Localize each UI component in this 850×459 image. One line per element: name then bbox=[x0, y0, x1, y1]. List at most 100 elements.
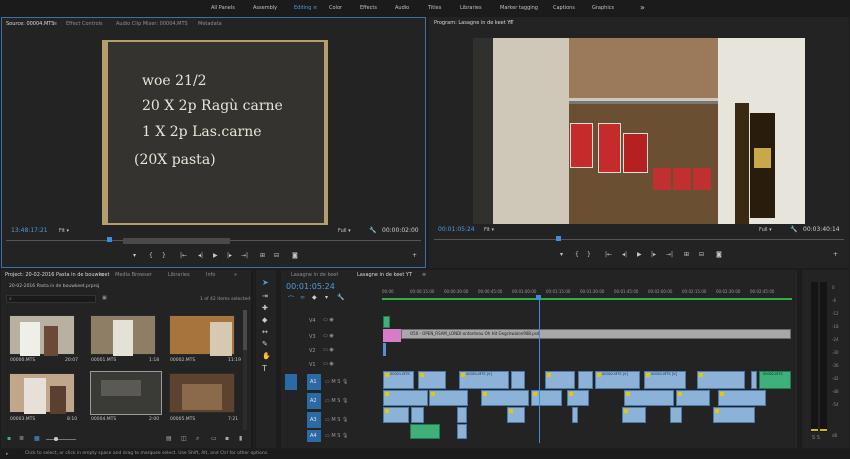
track-v1-label[interactable]: V1 bbox=[309, 362, 316, 368]
track-a2-target[interactable]: A2 bbox=[307, 393, 321, 409]
workspace-titles[interactable]: Titles bbox=[428, 0, 441, 16]
track-v2-label[interactable]: V2 bbox=[309, 348, 316, 354]
export-frame-icon[interactable]: ◙ bbox=[292, 252, 298, 260]
workspace-graphics[interactable]: Graphics bbox=[592, 0, 614, 16]
a1-clip[interactable] bbox=[676, 390, 710, 406]
workspace-editing[interactable]: Editing bbox=[294, 0, 311, 16]
mark-clip-icon[interactable]: } bbox=[162, 252, 166, 260]
track-v3-icons[interactable]: ▭ ◉ bbox=[323, 333, 334, 339]
program-time-ruler[interactable] bbox=[434, 236, 844, 244]
v2-thin-clip[interactable] bbox=[383, 343, 386, 356]
zoom-slider[interactable] bbox=[46, 437, 76, 441]
step-forward-icon[interactable]: |▸ bbox=[227, 252, 232, 260]
v1-clip[interactable]: 00001.MTS [V] bbox=[644, 371, 686, 389]
prog-mark-clip-icon[interactable]: } bbox=[587, 251, 591, 259]
title-clip[interactable]: O50 - OPEN_RSAM_LONDl-ontonteau Oh Hit G… bbox=[401, 329, 791, 339]
timeline-playhead-handle[interactable] bbox=[536, 295, 541, 300]
workspace-menu-icon[interactable]: ≡ bbox=[313, 5, 317, 11]
icon-view-icon[interactable]: ▦ bbox=[34, 435, 40, 442]
tab-source[interactable]: Source: 00004.MTS bbox=[6, 18, 54, 30]
a1-clip[interactable] bbox=[481, 390, 529, 406]
slip-tool-icon[interactable]: ↔ bbox=[262, 328, 268, 336]
new-bin-icon[interactable]: ▣ bbox=[102, 295, 107, 301]
tab-info[interactable]: Info bbox=[206, 270, 215, 280]
clip-thumb-00003[interactable] bbox=[9, 373, 75, 414]
a1-clip[interactable] bbox=[531, 390, 562, 406]
clip-thumb-00000[interactable] bbox=[9, 315, 75, 356]
tab-program[interactable]: Program: Lasagne in de keet YT bbox=[434, 17, 513, 29]
workspace-assembly[interactable]: Assembly bbox=[253, 0, 277, 16]
a2-clip[interactable] bbox=[713, 407, 755, 423]
prog-play-icon[interactable]: ▶ bbox=[637, 251, 642, 259]
track-a1-controls[interactable]: ▭ M S 🎙 bbox=[325, 379, 348, 385]
a2-clip[interactable] bbox=[411, 407, 424, 423]
v3-pink-clip[interactable] bbox=[383, 329, 401, 342]
timeline-marker-icon[interactable]: ▾ bbox=[325, 294, 328, 301]
program-timecode-left[interactable]: 00:01:05:24 bbox=[438, 226, 475, 233]
find-icon[interactable]: ⌕ bbox=[196, 435, 199, 443]
list-view-icon[interactable]: ≣ bbox=[19, 435, 24, 442]
a2-clip[interactable] bbox=[622, 407, 646, 423]
mark-in-icon[interactable]: ▾ bbox=[133, 252, 136, 260]
workspace-color[interactable]: Color bbox=[329, 0, 342, 16]
snap-icon[interactable]: ⌒ bbox=[288, 294, 294, 303]
track-a2-controls[interactable]: ▭ M S 🎙 bbox=[325, 398, 348, 404]
extract-icon[interactable]: ⊟ bbox=[699, 251, 704, 259]
timeline-tracks[interactable]: O50 - OPEN_RSAM_LONDl-ontonteau Oh Hit G… bbox=[382, 300, 792, 444]
lift-icon[interactable]: ⊞ bbox=[684, 251, 689, 259]
razor-tool-icon[interactable]: ◆ bbox=[262, 316, 267, 324]
more-tabs-icon[interactable]: » bbox=[234, 270, 237, 280]
sort-icon[interactable]: ▤ bbox=[166, 435, 172, 442]
source-time-ruler[interactable] bbox=[6, 237, 421, 245]
track-v4-icons[interactable]: ▭ ◉ bbox=[323, 317, 334, 323]
source-patch-v1[interactable] bbox=[285, 374, 297, 390]
v1-clip[interactable] bbox=[578, 371, 593, 389]
source-resolution-select[interactable]: Full ▾ bbox=[338, 228, 351, 234]
workspace-libraries[interactable]: Libraries bbox=[460, 0, 482, 16]
prog-go-to-out-icon[interactable]: →| bbox=[666, 251, 673, 259]
automate-icon[interactable]: ◫ bbox=[181, 435, 187, 442]
lock-icon[interactable]: ▪ bbox=[7, 435, 11, 442]
new-item-icon[interactable]: ▪ bbox=[225, 435, 229, 442]
source-timecode-left[interactable]: 13:48:17:21 bbox=[11, 227, 48, 234]
a2-clip[interactable] bbox=[383, 407, 409, 423]
clip-thumb-00004[interactable] bbox=[90, 371, 162, 415]
clip-thumb-00002[interactable] bbox=[169, 315, 235, 356]
a2-clip[interactable] bbox=[507, 407, 525, 423]
hand-tool-icon[interactable]: ✋ bbox=[262, 352, 271, 360]
timeline-timecode[interactable]: 00:01:05:24 bbox=[286, 282, 335, 291]
source-fit-select[interactable]: Fit ▾ bbox=[59, 228, 69, 234]
more-workspaces-icon[interactable]: » bbox=[640, 0, 645, 16]
add-marker-icon[interactable]: ◆ bbox=[312, 294, 317, 301]
go-to-out-icon[interactable]: →| bbox=[241, 252, 248, 260]
project-search-input[interactable]: ⌕ bbox=[6, 295, 96, 303]
tab-metadata[interactable]: Metadata bbox=[198, 18, 222, 30]
workspace-marker-tagging[interactable]: Marker tagging bbox=[500, 0, 538, 16]
type-tool-icon[interactable]: T bbox=[262, 364, 267, 373]
meter-solo-icon[interactable]: S S bbox=[812, 435, 820, 441]
track-v1-icons[interactable]: ▭ ◉ bbox=[323, 361, 334, 367]
v1-clip[interactable] bbox=[545, 371, 575, 389]
track-v3-label[interactable]: V3 bbox=[309, 334, 316, 340]
workspace-captions[interactable]: Captions bbox=[553, 0, 575, 16]
program-playhead[interactable] bbox=[556, 236, 561, 241]
a3-clip[interactable] bbox=[457, 424, 467, 439]
program-resolution-select[interactable]: Full ▾ bbox=[759, 227, 772, 233]
tab-effect-controls[interactable]: Effect Controls bbox=[66, 18, 103, 30]
insert-icon[interactable]: ⊞ bbox=[260, 252, 265, 260]
prog-mark-in-icon[interactable]: ▾ bbox=[560, 251, 563, 259]
tab-program-menu-icon[interactable]: ≡ bbox=[509, 20, 513, 26]
v1-clip[interactable]: 00001.MTS [V] bbox=[459, 371, 509, 389]
program-fit-select[interactable]: Fit ▾ bbox=[484, 227, 494, 233]
workspace-audio[interactable]: Audio bbox=[395, 0, 409, 16]
prog-step-back-icon[interactable]: ◂| bbox=[622, 251, 627, 259]
prog-step-forward-icon[interactable]: |▸ bbox=[651, 251, 656, 259]
v1-clip[interactable]: 00002.MTS [V] bbox=[595, 371, 640, 389]
timeline-ruler[interactable]: 00:00 00:00:15:00 00:00:30:00 00:00:45:0… bbox=[382, 284, 792, 300]
workspace-all-panels[interactable]: All Panels bbox=[211, 0, 235, 16]
source-patch-a4[interactable]: A4 bbox=[307, 430, 321, 442]
clip-thumb-00005[interactable] bbox=[169, 373, 235, 413]
a1-clip[interactable] bbox=[429, 390, 468, 406]
track-a1-target[interactable]: A1 bbox=[307, 374, 321, 390]
source-wrench-icon[interactable]: 🔧 bbox=[369, 227, 376, 234]
